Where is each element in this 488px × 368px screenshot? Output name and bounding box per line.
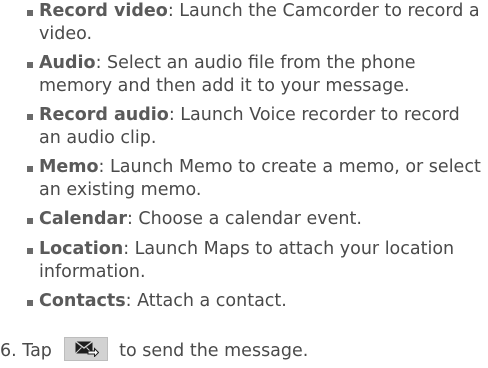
send-message-icon <box>74 341 99 357</box>
step-text-after: to send the message. <box>119 341 309 361</box>
list-item: Record video: Launch the Camcorder to re… <box>27 0 482 46</box>
send-button[interactable] <box>63 337 108 361</box>
item-term: Contacts <box>39 291 126 311</box>
step-text-before: Tap <box>22 341 52 361</box>
square-bullet-icon <box>27 300 33 306</box>
square-bullet-icon <box>27 218 33 224</box>
item-description: : Launch Memo to create a memo, or selec… <box>39 157 481 200</box>
square-bullet-icon <box>27 10 33 16</box>
step-6: 6. Tap to send the message. <box>0 337 309 363</box>
item-description: : Attach a contact. <box>125 291 287 311</box>
list-item: Calendar: Choose a calendar event. <box>27 208 482 231</box>
item-term: Record video <box>39 1 168 21</box>
square-bullet-icon <box>27 248 33 254</box>
item-term: Location <box>39 239 124 259</box>
document-page: Record video: Launch the Camcorder to re… <box>0 0 488 368</box>
item-term: Audio <box>39 53 96 73</box>
step-number: 6. <box>0 341 17 361</box>
item-term: Calendar <box>39 209 127 229</box>
square-bullet-icon <box>27 62 33 68</box>
list-item: Location: Launch Maps to attach your loc… <box>27 238 482 284</box>
list-item: Memo: Launch Memo to create a memo, or s… <box>27 156 482 202</box>
item-description: : Choose a calendar event. <box>126 209 362 229</box>
list-item: Contacts: Attach a contact. <box>27 290 482 313</box>
list-item: Record audio: Launch Voice recorder to r… <box>27 104 482 150</box>
square-bullet-icon <box>27 114 33 120</box>
item-term: Record audio <box>39 105 169 125</box>
item-term: Memo <box>39 157 99 177</box>
square-bullet-icon <box>27 166 33 172</box>
list-item: Audio: Select an audio file from the pho… <box>27 52 482 98</box>
item-description: : Select an audio file from the phone me… <box>39 53 416 96</box>
